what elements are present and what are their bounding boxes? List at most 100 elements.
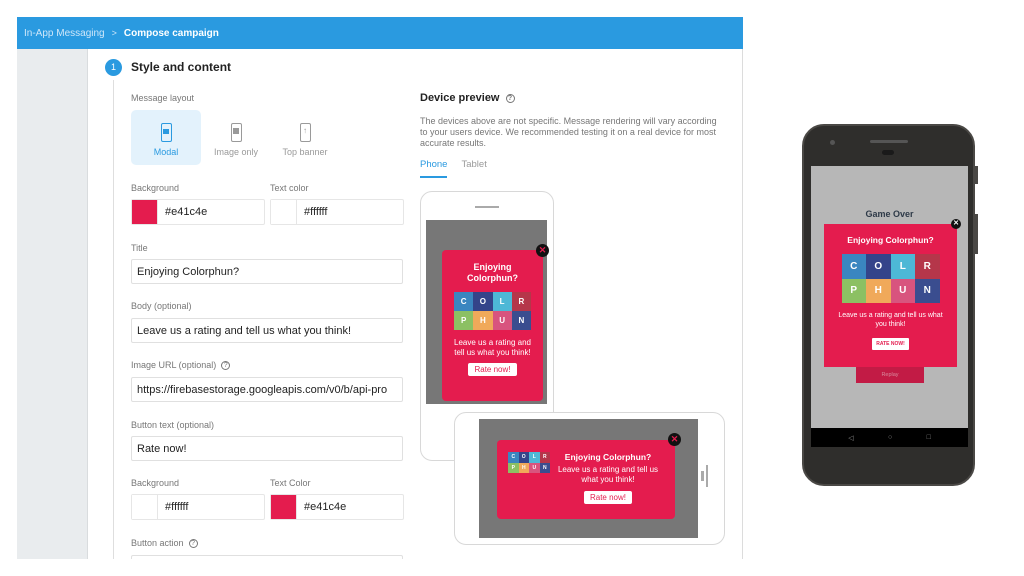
colorphun-logo: COLR PHUN — [841, 254, 940, 303]
replay-button: Replay — [856, 367, 924, 383]
logo-tile: N — [539, 462, 550, 473]
device-preview-title-row: Device preview ? — [420, 92, 515, 104]
logo-tile: L — [890, 254, 915, 279]
breadcrumb-root[interactable]: In-App Messaging — [24, 28, 105, 39]
preview-body: Leave us a rating and tell us what you t… — [557, 465, 659, 484]
preview-rate-button: Rate now! — [468, 363, 517, 376]
modal-message-preview: Enjoying Colorphun? COLR PHUN Leave us a … — [442, 250, 543, 401]
logo-tile: L — [529, 452, 540, 463]
help-icon[interactable]: ? — [188, 538, 198, 548]
button-action-label-row: Button action ? — [131, 538, 198, 548]
sidebar — [17, 49, 88, 559]
close-icon: ✕ — [536, 244, 549, 257]
speaker-icon — [706, 465, 708, 487]
logo-tile: U — [890, 278, 915, 303]
background-color-swatch[interactable] — [132, 200, 158, 224]
content-edge-divider — [742, 49, 743, 559]
button-background-field[interactable]: #ffffff — [131, 494, 265, 520]
tab-tablet[interactable]: Tablet — [461, 159, 486, 178]
text-color-label: Text color — [270, 183, 309, 193]
logo-tile: U — [529, 462, 540, 473]
text-color-swatch[interactable] — [271, 200, 297, 224]
preview-title: Enjoying Colorphun? — [467, 262, 518, 283]
logo-tile: O — [518, 452, 529, 463]
stage: In-App Messaging > Compose campaign 1 St… — [0, 0, 1024, 576]
logo-tile: H — [518, 462, 529, 473]
console-panel: In-App Messaging > Compose campaign 1 St… — [17, 17, 743, 559]
help-icon[interactable]: ? — [221, 360, 231, 370]
layout-option-modal[interactable]: Modal — [131, 110, 201, 165]
button-background-value[interactable]: #ffffff — [158, 495, 188, 519]
image-url-input[interactable]: https://firebasestorage.googleapis.com/v… — [131, 377, 403, 402]
body-input[interactable]: Leave us a rating and tell us what you t… — [131, 318, 403, 343]
logo-tile: U — [492, 311, 512, 330]
speaker-icon — [475, 206, 499, 208]
phone-screen: Enjoying Colorphun? COLR PHUN Leave us a … — [426, 220, 549, 404]
close-icon: ✕ — [668, 433, 681, 446]
sensor-icon — [882, 150, 894, 155]
logo-tile: O — [473, 292, 493, 311]
android-nav-bar: ◁ ○ □ — [811, 428, 968, 447]
button-text-color-swatch[interactable] — [271, 495, 297, 519]
preview-body: Leave us a rating and tell us what you t… — [454, 338, 531, 357]
home-icon: ○ — [887, 434, 893, 441]
volume-button — [975, 214, 978, 254]
step-connector-line — [113, 80, 114, 559]
layout-option-label: Modal — [153, 147, 179, 157]
earpiece-icon — [870, 140, 908, 143]
modal-layout-icon — [160, 123, 172, 142]
title-input[interactable]: Enjoying Colorphun? — [131, 259, 403, 284]
logo-tile: H — [866, 278, 891, 303]
button-text-input[interactable]: Rate now! — [131, 436, 403, 461]
real-message-title: Enjoying Colorphun? — [847, 235, 934, 245]
logo-tile: H — [473, 311, 493, 330]
device-preview-title: Device preview — [420, 92, 500, 104]
tab-phone[interactable]: Phone — [420, 159, 448, 178]
logo-tile: N — [915, 278, 940, 303]
logo-tile: C — [841, 254, 866, 279]
real-rate-button: RATE NOW! — [872, 338, 909, 350]
recents-icon: □ — [926, 434, 931, 441]
logo-tile: O — [866, 254, 891, 279]
help-icon[interactable]: ? — [505, 93, 515, 103]
preview-rate-button: Rate now! — [583, 491, 633, 504]
real-device-screen: Game Over Enjoying Colorphun? COLR PHUN L… — [811, 166, 968, 428]
camera-icon — [830, 140, 835, 145]
image-url-label-row: Image URL (optional) ? — [131, 360, 231, 370]
landscape-phone-mockup: COLR PHUN Enjoying Colorphun? Leave us a … — [454, 412, 725, 545]
logo-tile: P — [508, 462, 519, 473]
layout-option-top-banner[interactable]: ↑ Top banner — [270, 110, 340, 165]
logo-tile: R — [539, 452, 550, 463]
message-layout-label: Message layout — [131, 93, 195, 103]
preview-title: Enjoying Colorphun? — [564, 452, 652, 462]
button-text-color-value[interactable]: #e41c4e — [297, 495, 346, 519]
close-icon: ✕ — [951, 219, 961, 229]
logo-tile: R — [915, 254, 940, 279]
device-preview-description: The devices above are not specific. Mess… — [420, 116, 717, 148]
body-label: Body (optional) — [131, 301, 192, 311]
modal-message-preview-landscape: COLR PHUN Enjoying Colorphun? Leave us a … — [497, 440, 675, 519]
top-app-bar: In-App Messaging > Compose campaign — [17, 17, 743, 49]
button-background-label: Background — [131, 478, 180, 488]
breadcrumb-separator-icon: > — [111, 28, 117, 38]
layout-option-image-only[interactable]: Image only — [201, 110, 271, 165]
button-text-color-field[interactable]: #e41c4e — [270, 494, 404, 520]
real-message-body: Leave us a rating and tell us what you t… — [838, 312, 943, 328]
top-banner-layout-icon: ↑ — [299, 123, 311, 142]
step-title[interactable]: Style and content — [131, 60, 231, 74]
background-color-value[interactable]: #e41c4e — [158, 200, 207, 224]
layout-option-label: Image only — [213, 147, 259, 157]
text-color-field[interactable]: #ffffff — [270, 199, 404, 225]
background-color-field[interactable]: #e41c4e — [131, 199, 265, 225]
breadcrumb-current: Compose campaign — [123, 27, 219, 39]
button-background-swatch[interactable] — [132, 495, 158, 519]
layout-option-label: Top banner — [282, 147, 328, 157]
logo-tile: L — [492, 292, 512, 311]
text-color-value[interactable]: #ffffff — [297, 200, 327, 224]
title-label: Title — [131, 243, 148, 253]
image-url-label: Image URL (optional) — [131, 360, 217, 370]
colorphun-logo: COLR PHUN — [508, 452, 550, 473]
button-action-label: Button action — [131, 538, 184, 548]
power-button — [975, 166, 978, 184]
button-action-select[interactable] — [131, 555, 403, 559]
